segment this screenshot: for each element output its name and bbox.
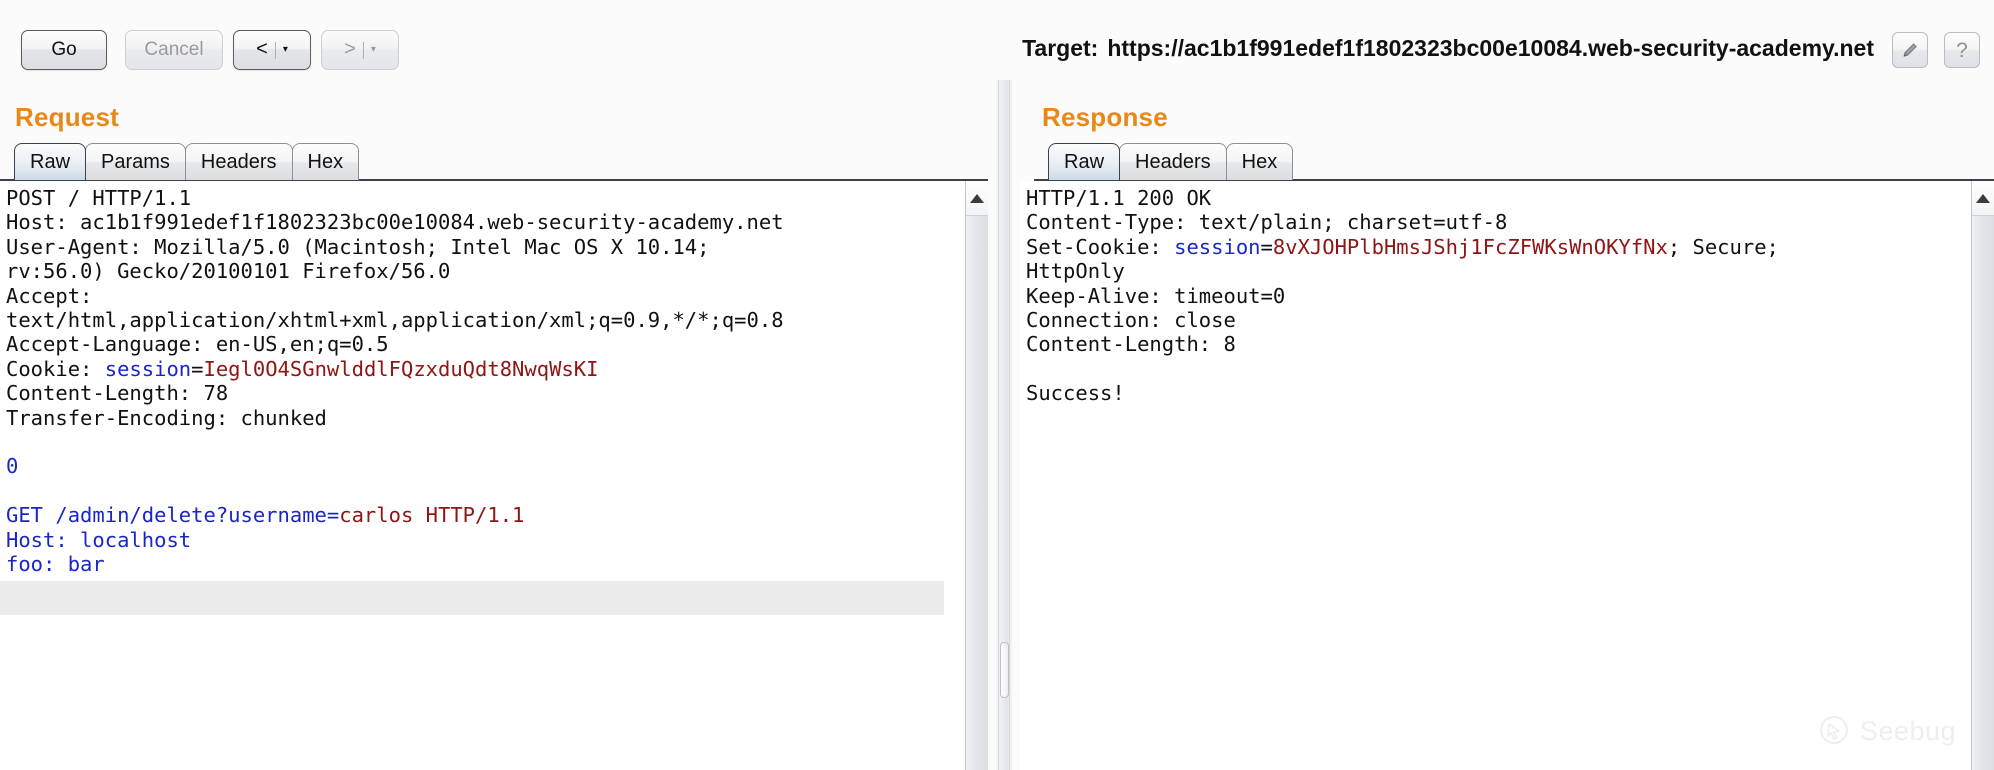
code-span: = xyxy=(191,356,204,381)
tab-label: Headers xyxy=(1135,150,1211,173)
tab-label: Params xyxy=(101,150,170,173)
code-span: 8vXJOHPlbHmsJShj1FcZFWKsWnOKYfNx xyxy=(1272,234,1668,259)
splitter-grip[interactable] xyxy=(1000,642,1009,698)
code-span: = xyxy=(1260,234,1273,259)
request-title: Request xyxy=(15,102,119,132)
request-tab-hex[interactable]: Hex xyxy=(291,143,360,180)
request-tab-params[interactable]: Params xyxy=(85,143,186,180)
code-span: HTTP/1.1 200 OK xyxy=(1026,186,1212,210)
code-span: carlos HTTP/1.1 xyxy=(339,503,525,528)
code-span: Success! xyxy=(1026,381,1125,406)
code-span: Content-Type: text/plain; charset=utf-8 xyxy=(1026,210,1508,235)
code-span: Connection: close xyxy=(1026,308,1236,333)
response-raw-text[interactable]: HTTP/1.1 200 OK Content-Type: text/plain… xyxy=(1020,181,1972,406)
tab-label: Raw xyxy=(1064,150,1105,173)
help-button[interactable]: ? xyxy=(1944,32,1980,68)
code-span: session xyxy=(104,356,192,381)
request-vertical-scrollbar[interactable] xyxy=(965,181,988,770)
response-tab-headers[interactable]: Headers xyxy=(1119,143,1227,180)
target-url: https://ac1b1f991edef1f1802323bc00e10084… xyxy=(1107,34,1874,61)
go-button[interactable]: Go xyxy=(21,30,107,70)
tab-label: Headers xyxy=(200,150,277,173)
scroll-up-arrow-icon[interactable] xyxy=(966,181,988,216)
code-span: Content-Length: 78 xyxy=(6,381,229,406)
response-title: Response xyxy=(1042,102,1168,132)
next-request-button[interactable]: > ▾ xyxy=(321,30,399,70)
question-mark-icon: ? xyxy=(1956,38,1968,62)
request-raw-text[interactable]: POST / HTTP/1.1 Host: ac1b1f991edef1f180… xyxy=(0,181,966,577)
go-button-label: Go xyxy=(51,39,77,60)
tab-label: Hex xyxy=(1241,150,1278,173)
chevron-left-icon: < xyxy=(256,38,268,60)
code-span: Set-Cookie: xyxy=(1026,234,1175,259)
code-span: Cookie: xyxy=(6,356,105,381)
pane-splitter[interactable] xyxy=(996,80,1012,770)
burp-repeater-window: Go Cancel < ▾ > ▾ Target: https://ac1b1f… xyxy=(0,0,1994,770)
top-toolbar: Go Cancel < ▾ > ▾ Target: https://ac1b1f… xyxy=(0,0,1994,80)
code-span: GET /admin/delete?username= xyxy=(6,503,340,528)
code-span: rv:56.0) Gecko/20100101 Firefox/56.0 xyxy=(6,259,451,284)
code-span: Keep-Alive: timeout=0 xyxy=(1026,283,1286,308)
tab-label: Raw xyxy=(30,150,71,173)
code-span: session xyxy=(1174,234,1261,259)
request-pane: Request Raw Params Headers Hex POST / HTTP/… xyxy=(0,80,988,770)
response-pane: Response Raw Headers Hex HTTP/1.1 200 OK C… xyxy=(1020,80,1994,770)
request-tabbar: Raw Params Headers Hex xyxy=(14,142,360,180)
code-span: Host: ac1b1f991edef1f1802323bc00e10084.w… xyxy=(6,210,784,235)
cancel-button[interactable]: Cancel xyxy=(125,30,223,70)
code-span: Content-Length: 8 xyxy=(1026,332,1236,357)
chevron-down-icon[interactable]: ▾ xyxy=(276,45,288,55)
response-vertical-scrollbar[interactable] xyxy=(1971,181,1994,770)
response-tabbar: Raw Headers Hex xyxy=(1048,142,1294,180)
chevron-right-icon: > xyxy=(344,38,356,60)
response-editor[interactable]: HTTP/1.1 200 OK Content-Type: text/plain… xyxy=(1020,181,1994,770)
code-span: Host: localhost xyxy=(6,527,192,552)
code-span: ; Secure; xyxy=(1667,234,1779,259)
previous-request-button[interactable]: < ▾ xyxy=(233,30,311,70)
pencil-icon xyxy=(1903,43,1917,57)
target-display: Target: https://ac1b1f991edef1f1802323bc… xyxy=(1022,28,1874,68)
code-span: Accept-Language: en-US,en;q=0.5 xyxy=(6,332,389,357)
response-tab-raw[interactable]: Raw xyxy=(1048,143,1121,180)
chevron-down-icon[interactable]: ▾ xyxy=(364,45,376,55)
response-tab-hex[interactable]: Hex xyxy=(1225,143,1294,180)
code-span: text/html,application/xhtml+xml,applicat… xyxy=(6,308,784,333)
request-editor-gray-strip xyxy=(0,581,944,615)
response-editor-surface[interactable]: HTTP/1.1 200 OK Content-Type: text/plain… xyxy=(1020,181,1972,770)
code-span: User-Agent: Mozilla/5.0 (Macintosh; Inte… xyxy=(6,234,710,259)
code-span: Transfer-Encoding: chunked xyxy=(6,405,327,430)
target-label: Target: xyxy=(1022,34,1099,61)
request-editor[interactable]: POST / HTTP/1.1 Host: ac1b1f991edef1f180… xyxy=(0,181,988,770)
tab-label: Hex xyxy=(307,150,344,173)
scroll-up-arrow-icon[interactable] xyxy=(1972,181,1994,216)
code-span: foo: bar xyxy=(6,552,105,577)
request-tab-raw[interactable]: Raw xyxy=(14,143,87,180)
code-span: Iegl0O4SGnwlddlFQzxduQdt8NwqWsKI xyxy=(203,356,599,381)
request-tab-headers[interactable]: Headers xyxy=(184,143,293,180)
request-editor-surface[interactable]: POST / HTTP/1.1 Host: ac1b1f991edef1f180… xyxy=(0,181,966,770)
edit-target-button[interactable] xyxy=(1892,32,1928,68)
cancel-button-label: Cancel xyxy=(144,39,204,60)
code-span: Accept: xyxy=(6,283,93,308)
code-span: HttpOnly xyxy=(1026,259,1125,284)
code-span: 0 xyxy=(6,454,19,479)
code-span: POST / HTTP/1.1 xyxy=(6,186,192,210)
